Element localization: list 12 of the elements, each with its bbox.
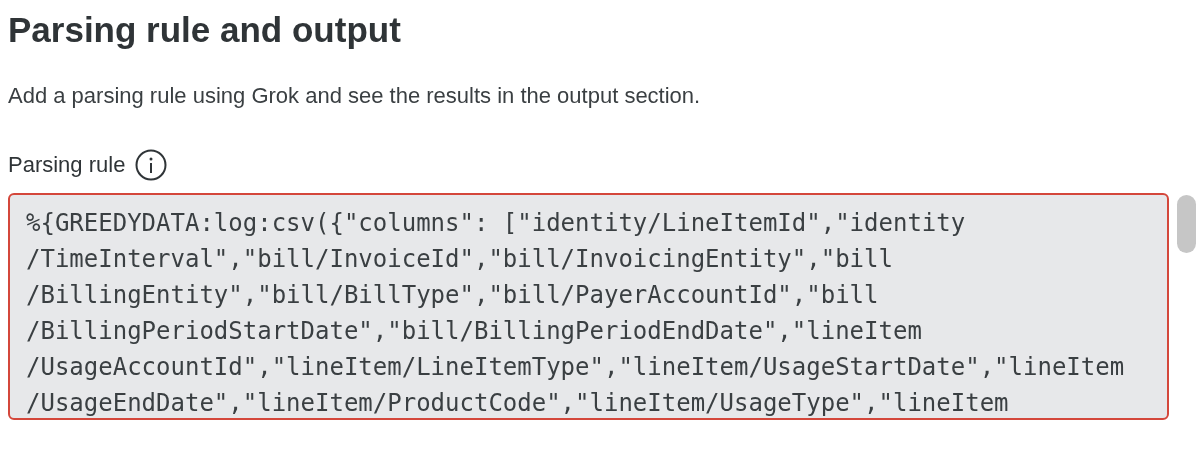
- section-description: Add a parsing rule using Grok and see the results in the output section.: [8, 82, 701, 110]
- code-line: /UsageAccountId","lineItem/LineItemType","lineItem/UsageStartDate","lineItem: [26, 352, 1125, 383]
- code-line: %{GREEDYDATA:log:csv({"columns": ["identity/LineItemId","identity: [26, 208, 966, 239]
- code-line: /TimeInterval","bill/InvoiceId","bill/InvoicingEntity","bill: [26, 244, 893, 275]
- field-label: Parsing rule: [8, 151, 126, 179]
- section-title: Parsing rule and output: [8, 9, 401, 51]
- code-line: /BillingPeriodStartDate","bill/BillingPeriodEndDate","lineItem: [26, 316, 922, 347]
- code-editor[interactable]: [8, 193, 1169, 420]
- code-line: /BillingEntity","bill/BillType","bill/PayerAccountId","bill: [26, 280, 879, 311]
- scrollbar-thumb[interactable]: [1177, 195, 1196, 253]
- code-line: /UsageEndDate","lineItem/ProductCode","lineItem/UsageType","lineItem: [26, 388, 1009, 418]
- info-icon[interactable]: [135, 149, 168, 181]
